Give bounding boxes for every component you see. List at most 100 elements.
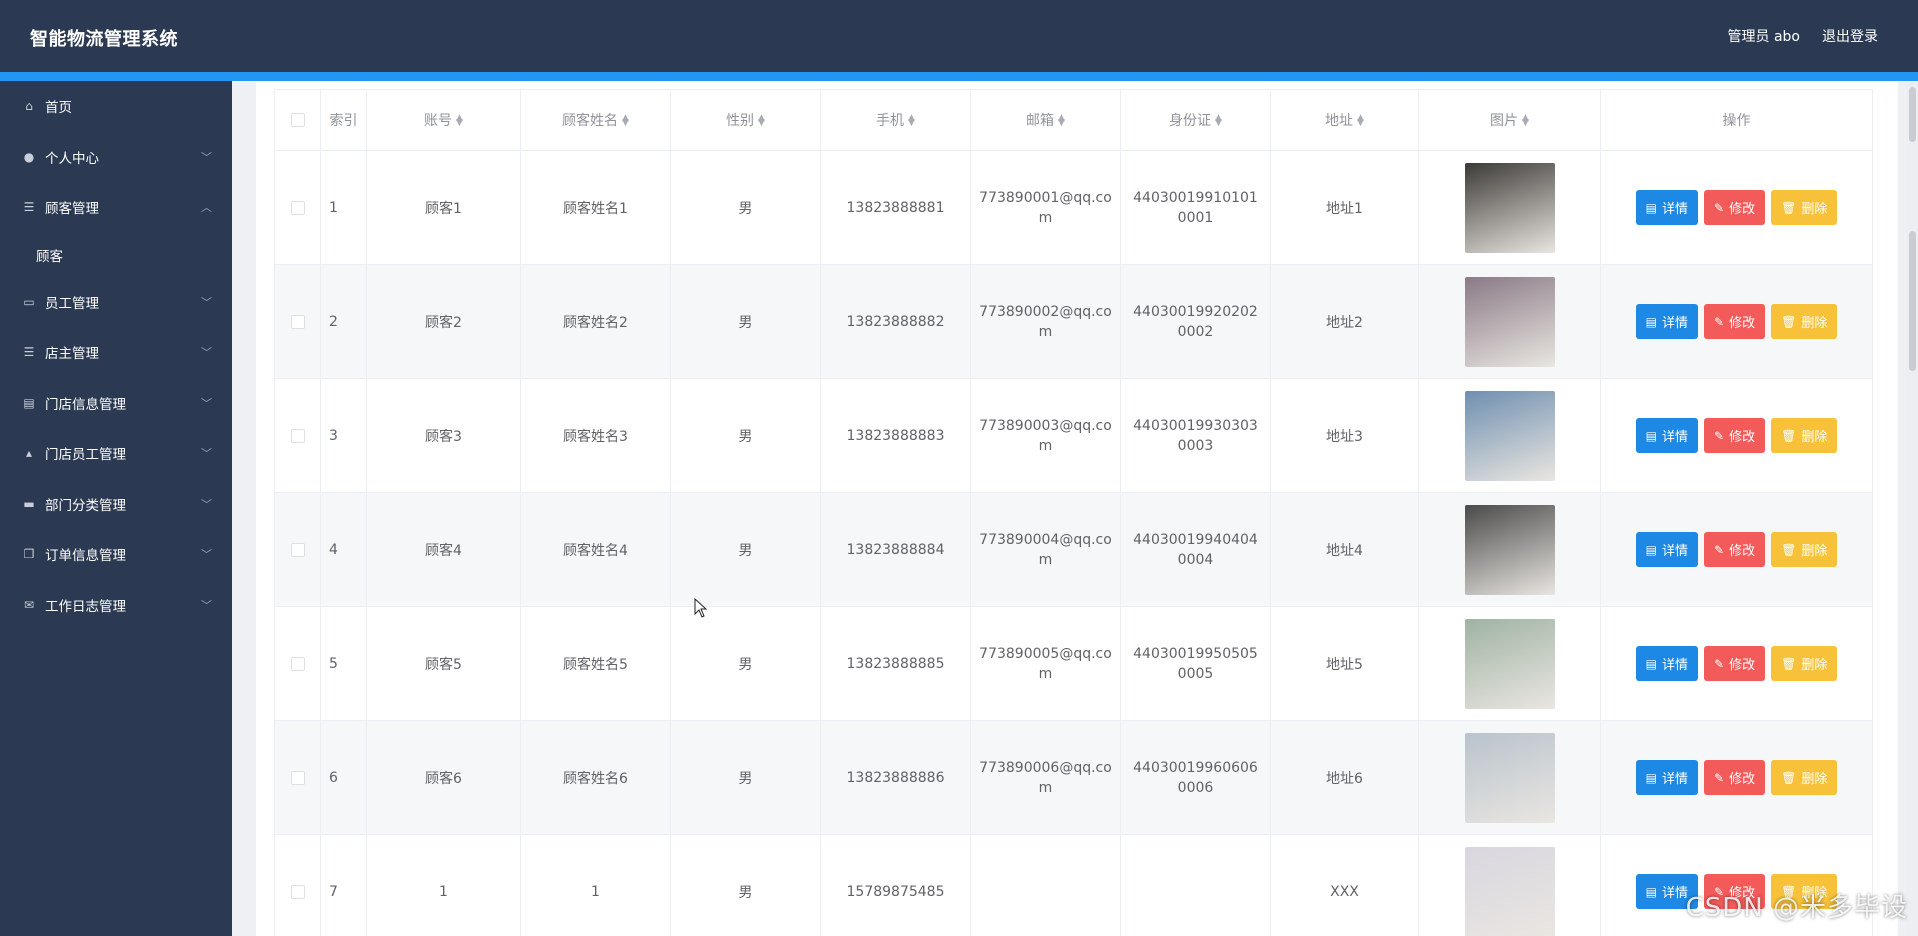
cell-gender: 男	[670, 378, 821, 493]
avatar-image[interactable]	[1464, 276, 1555, 367]
cell-actions: ▤ 详情 ✎ 修改 🗑 删除	[1600, 378, 1873, 493]
sidebar-item-6[interactable]: ▴ 门店员工管理 ﹀	[0, 428, 232, 479]
header-account[interactable]: 账号 ▲ ▼	[366, 89, 521, 151]
header-index-label: 索引	[329, 113, 358, 129]
header-image[interactable]: 图片 ▲ ▼	[1418, 89, 1601, 151]
row-checkbox[interactable]	[290, 770, 305, 785]
delete-button[interactable]: 🗑 删除	[1771, 304, 1838, 339]
sort-icon[interactable]: ▲ ▼	[1522, 114, 1529, 128]
header-phone[interactable]: 手机 ▲ ▼	[820, 89, 971, 151]
avatar-image[interactable]	[1464, 162, 1555, 253]
cell-gender: 男	[670, 150, 821, 265]
ticket-icon: ▬	[23, 496, 35, 511]
delete-button[interactable]: 🗑 删除	[1771, 532, 1838, 567]
row-checkbox[interactable]	[290, 314, 305, 329]
row-checkbox-cell[interactable]	[274, 834, 321, 936]
avatar-image[interactable]	[1464, 732, 1555, 823]
sidebar-item-5[interactable]: ▤ 门店信息管理 ﹀	[0, 378, 232, 429]
sidebar-item-7[interactable]: ▬ 部门分类管理 ﹀	[0, 479, 232, 530]
edit-button[interactable]: ✎ 修改	[1704, 646, 1766, 681]
row-checkbox[interactable]	[290, 428, 305, 443]
detail-button[interactable]: ▤ 详情	[1635, 190, 1699, 225]
sidebar-item-2[interactable]: ☰ 顾客管理 ︿	[0, 182, 232, 233]
table-row[interactable]: 6 顾客6 顾客姓名6 男 13823888886 773890006@qq.com 440…	[274, 720, 1873, 835]
avatar-image[interactable]	[1464, 846, 1555, 936]
avatar-image[interactable]	[1464, 390, 1555, 481]
email-text: 773890003@qq.com	[979, 417, 1112, 454]
sidebar-item-0[interactable]: ⌂ 首页	[0, 81, 232, 132]
sidebar: ⌂ 首页 ● 个人中心 ﹀ ☰ 顾客管理 ︿ 顾客 ▭ 员工管理 ﹀ ☰ 店主管理 ﹀ ▤ 门店信息管理 ﹀ ▴ 门店…	[0, 81, 232, 936]
row-checkbox-cell[interactable]	[274, 492, 321, 607]
row-checkbox-cell[interactable]	[274, 264, 321, 379]
detail-button[interactable]: ▤ 详情	[1635, 760, 1699, 795]
header-idcard[interactable]: 身份证 ▲ ▼	[1120, 89, 1271, 151]
row-checkbox[interactable]	[290, 656, 305, 671]
row-checkbox[interactable]	[290, 542, 305, 557]
chevron-down-icon: ﹀	[201, 346, 212, 360]
vertical-scrollbar[interactable]	[1906, 81, 1918, 936]
cell-index: 6	[320, 720, 367, 835]
table-row[interactable]: 3 顾客3 顾客姓名3 男 13823888883 773890003@qq.com 440…	[274, 378, 1873, 493]
row-checkbox[interactable]	[290, 884, 305, 899]
row-checkbox-cell[interactable]	[274, 150, 321, 265]
detail-button[interactable]: ▤ 详情	[1635, 418, 1699, 453]
delete-button[interactable]: 🗑 删除	[1771, 646, 1838, 681]
edit-button[interactable]: ✎ 修改	[1704, 304, 1766, 339]
table-row[interactable]: 5 顾客5 顾客姓名5 男 13823888885 773890005@qq.com 440…	[274, 606, 1873, 721]
detail-button[interactable]: ▤ 详情	[1635, 646, 1699, 681]
sidebar-item-8[interactable]: ❐ 订单信息管理 ﹀	[0, 529, 232, 580]
edit-button[interactable]: ✎ 修改	[1704, 532, 1766, 567]
header-gender[interactable]: 性别 ▲ ▼	[670, 89, 821, 151]
table-row[interactable]: 1 顾客1 顾客姓名1 男 13823888881 773890001@qq.com 440…	[274, 150, 1873, 265]
edit-button[interactable]: ✎ 修改	[1704, 190, 1766, 225]
cell-name: 顾客姓名1	[520, 150, 671, 265]
cell-actions: ▤ 详情 ✎ 修改 🗑 删除	[1600, 492, 1873, 607]
header-email[interactable]: 邮箱 ▲ ▼	[970, 89, 1121, 151]
delete-button[interactable]: 🗑 删除	[1771, 760, 1838, 795]
table-row[interactable]: 7 1 1 男 15789875485 XXX ▤ 详情 ✎ 修改 🗑 删除	[274, 834, 1873, 936]
header-name[interactable]: 顾客姓名 ▲ ▼	[520, 89, 671, 151]
header-address[interactable]: 地址 ▲ ▼	[1270, 89, 1419, 151]
edit-button[interactable]: ✎ 修改	[1704, 418, 1766, 453]
delete-button[interactable]: 🗑 删除	[1771, 418, 1838, 453]
idcard-text: 440300199303030003	[1133, 417, 1258, 454]
avatar-image[interactable]	[1464, 504, 1555, 595]
sort-icon[interactable]: ▲ ▼	[908, 114, 915, 128]
delete-button[interactable]: 🗑 删除	[1771, 190, 1838, 225]
cell-address: 地址1	[1270, 150, 1419, 265]
sidebar-item-1[interactable]: ● 个人中心 ﹀	[0, 132, 232, 183]
select-all-checkbox-cell[interactable]	[274, 89, 321, 151]
table-header-row: 索引 账号 ▲ ▼ 顾客姓名 ▲ ▼ 性别 ▲ ▼ 手机 ▲ ▼ 邮箱 ▲ ▼ 身份证 ▲ ▼ 地址 ▲ ▼…	[274, 89, 1873, 151]
table-row[interactable]: 4 顾客4 顾客姓名4 男 13823888884 773890004@qq.com 440…	[274, 492, 1873, 607]
row-checkbox-cell[interactable]	[274, 720, 321, 835]
cell-image	[1418, 720, 1601, 835]
sort-icon[interactable]: ▲ ▼	[456, 114, 463, 128]
sidebar-subitem-customer[interactable]: 顾客	[0, 233, 232, 277]
sidebar-item-label: 部门分类管理	[45, 497, 126, 514]
scrollbar-thumb[interactable]	[1909, 231, 1916, 371]
sort-icon[interactable]: ▲ ▼	[1357, 114, 1364, 128]
sort-icon[interactable]: ▲ ▼	[1058, 114, 1065, 128]
select-all-checkbox[interactable]	[290, 113, 305, 127]
header-actions-label: 操作	[1722, 113, 1751, 129]
sidebar-item-4[interactable]: ☰ 店主管理 ﹀	[0, 327, 232, 378]
detail-button[interactable]: ▤ 详情	[1635, 532, 1699, 567]
sort-icon[interactable]: ▲ ▼	[758, 114, 765, 128]
row-checkbox-cell[interactable]	[274, 606, 321, 721]
detail-button[interactable]: ▤ 详情	[1635, 304, 1699, 339]
sort-icon[interactable]: ▲ ▼	[1215, 114, 1222, 128]
delete-label: 删除	[1801, 316, 1828, 331]
admin-user-label[interactable]: 管理员 abo	[1728, 26, 1800, 46]
row-checkbox[interactable]	[290, 200, 305, 215]
avatar-image[interactable]	[1464, 618, 1555, 709]
row-checkbox-cell[interactable]	[274, 378, 321, 493]
edit-label: 修改	[1729, 202, 1756, 217]
sidebar-item-9[interactable]: ✉ 工作日志管理 ﹀	[0, 580, 232, 631]
table-row[interactable]: 2 顾客2 顾客姓名2 男 13823888882 773890002@qq.com 440…	[274, 264, 1873, 379]
document-icon: ▤	[1645, 542, 1657, 557]
logout-link[interactable]: 退出登录	[1822, 26, 1878, 46]
cell-address: 地址5	[1270, 606, 1419, 721]
sort-icon[interactable]: ▲ ▼	[622, 114, 629, 128]
edit-button[interactable]: ✎ 修改	[1704, 760, 1766, 795]
sidebar-item-3[interactable]: ▭ 员工管理 ﹀	[0, 277, 232, 328]
